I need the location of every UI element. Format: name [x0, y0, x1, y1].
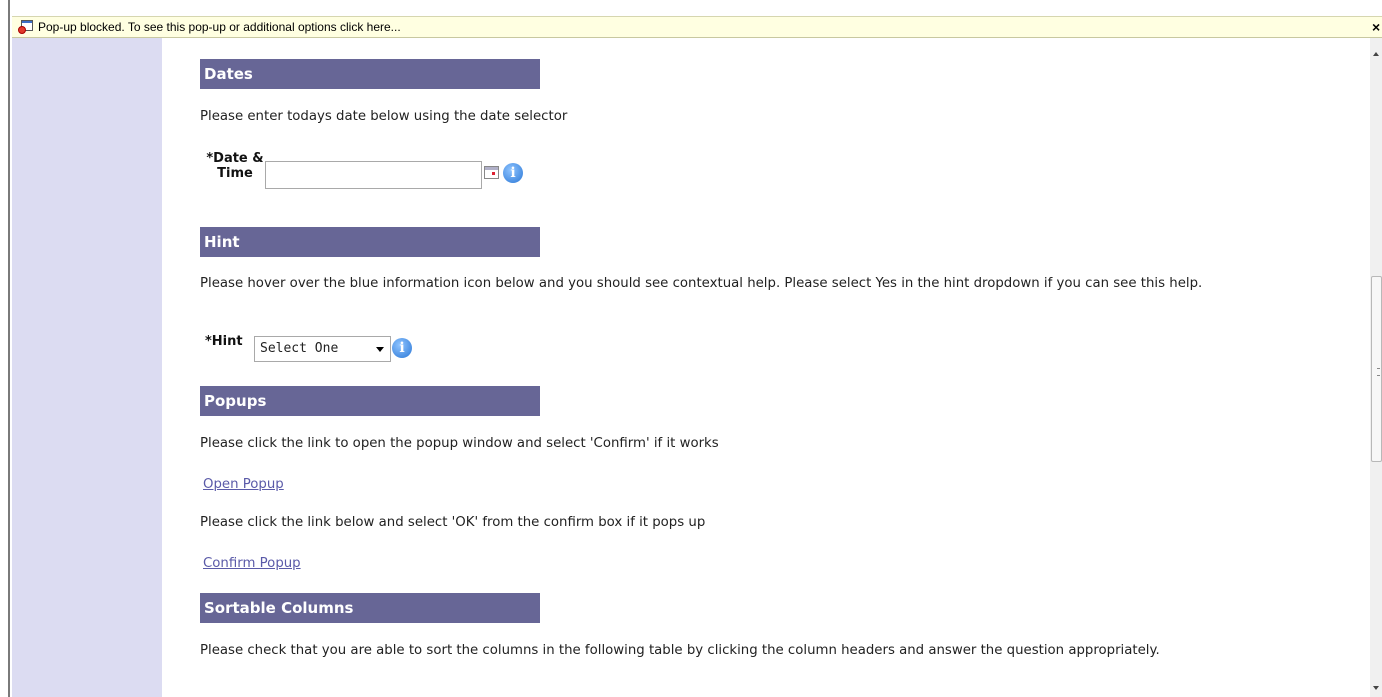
window-top: [0, 0, 1382, 9]
popups-instruction-1: Please click the link to open the popup …: [200, 436, 719, 451]
infobar-text[interactable]: Pop-up blocked. To see this pop-up or ad…: [38, 20, 401, 34]
section-header-sortable-columns: Sortable Columns: [200, 593, 540, 623]
popup-blocked-infobar[interactable]: Pop-up blocked. To see this pop-up or ad…: [12, 16, 1382, 38]
calendar-icon[interactable]: [484, 166, 499, 179]
grip-icon: [1377, 368, 1380, 376]
window-left-border: [8, 0, 10, 697]
chevron-down-icon: [376, 347, 384, 352]
vertical-scrollbar[interactable]: [1370, 38, 1382, 697]
date-time-input[interactable]: [265, 161, 482, 189]
hint-select[interactable]: Select One: [254, 336, 391, 362]
section-header-popups: Popups: [200, 386, 540, 416]
section-header-dates: Dates: [200, 59, 540, 89]
hint-select-value: Select One: [260, 341, 339, 356]
scroll-up-arrow-icon[interactable]: [1373, 52, 1379, 56]
info-icon[interactable]: i: [503, 163, 523, 183]
dates-instruction: Please enter todays date below using the…: [200, 109, 568, 124]
left-sidebar: [12, 38, 162, 697]
hint-label: *Hint: [205, 334, 243, 349]
open-popup-link[interactable]: Open Popup: [203, 477, 284, 492]
confirm-popup-link[interactable]: Confirm Popup: [203, 556, 301, 571]
date-time-label: *Date & Time: [206, 151, 264, 181]
section-header-hint: Hint: [200, 227, 540, 257]
popup-blocked-icon: [18, 20, 34, 34]
scroll-down-arrow-icon[interactable]: [1373, 686, 1379, 690]
hint-instruction: Please hover over the blue information i…: [200, 276, 1203, 291]
info-icon[interactable]: i: [392, 338, 412, 358]
close-icon[interactable]: ×: [1372, 19, 1382, 35]
popups-instruction-2: Please click the link below and select '…: [200, 515, 706, 530]
sortable-instruction: Please check that you are able to sort t…: [200, 643, 1160, 658]
